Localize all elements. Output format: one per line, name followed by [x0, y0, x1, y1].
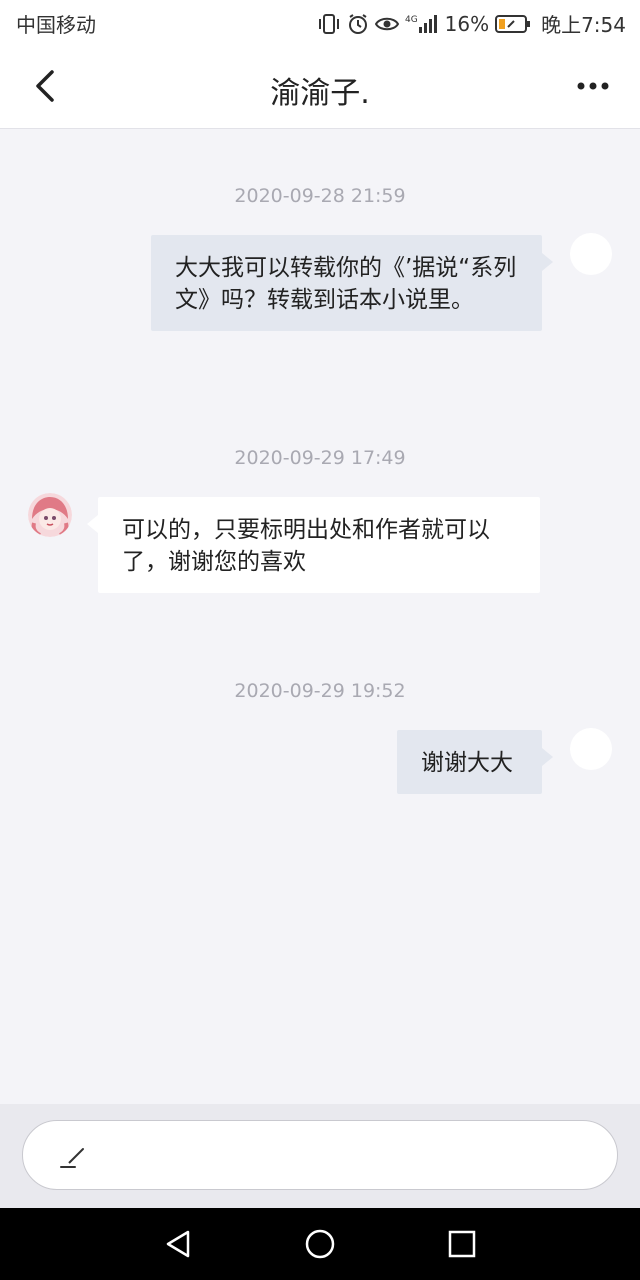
signal-icon: 4G [405, 14, 437, 33]
outgoing-message-bubble[interactable]: 谢谢大大 [397, 730, 553, 794]
my-avatar[interactable] [570, 728, 612, 770]
carrier-name: 中国移动 [16, 13, 96, 37]
message-timestamp: 2020-09-29 19:52 [234, 680, 406, 702]
message-text: 谢谢大大 [421, 750, 513, 776]
message-input[interactable] [22, 1120, 618, 1190]
message-timestamp: 2020-09-28 21:59 [234, 185, 406, 207]
message-text: 可以的，只要标明出处和作者就可以了，谢谢您的喜欢 [122, 517, 490, 575]
nav-back-icon [166, 1230, 190, 1258]
battery-percent: 16% [444, 11, 490, 36]
clock: 晚上7:54 [541, 13, 626, 37]
nav-home-button[interactable] [300, 1224, 340, 1264]
nav-back-button[interactable] [158, 1224, 198, 1264]
my-avatar[interactable] [570, 233, 612, 275]
status-bar: 中国移动 4G 16% 晚上7:54 [0, 0, 640, 44]
chat-header: 渝渝子. [0, 44, 640, 129]
alarm-icon [348, 13, 367, 34]
vibrate-icon [318, 13, 339, 34]
eye-icon [374, 17, 399, 30]
nav-recent-icon [448, 1230, 476, 1258]
battery-icon [495, 14, 531, 33]
system-nav-bar [0, 1208, 640, 1280]
input-bar [0, 1104, 640, 1208]
network-label: 4G [405, 15, 418, 25]
pen-icon [60, 1148, 84, 1168]
message-list[interactable]: 2020-09-28 21:59 大大我可以转载你的《’据说“系列文》吗？转载到… [0, 129, 640, 1104]
avatar-image [28, 493, 72, 537]
contact-avatar[interactable] [28, 493, 72, 537]
chat-title: 渝渝子. [270, 76, 370, 111]
incoming-message-bubble[interactable]: 可以的，只要标明出处和作者就可以了，谢谢您的喜欢 [87, 497, 540, 593]
message-timestamp: 2020-09-29 17:49 [234, 447, 406, 469]
more-options-button[interactable] [574, 70, 618, 102]
more-dots-icon [577, 82, 609, 90]
status-icons: 4G 16% 晚上7:54 [317, 9, 626, 38]
nav-home-icon [305, 1229, 335, 1259]
nav-recent-button[interactable] [442, 1224, 482, 1264]
message-text: 大大我可以转载你的《’据说“系列文》吗？转载到话本小说里。 [175, 255, 517, 313]
outgoing-message-bubble[interactable]: 大大我可以转载你的《’据说“系列文》吗？转载到话本小说里。 [151, 235, 553, 331]
